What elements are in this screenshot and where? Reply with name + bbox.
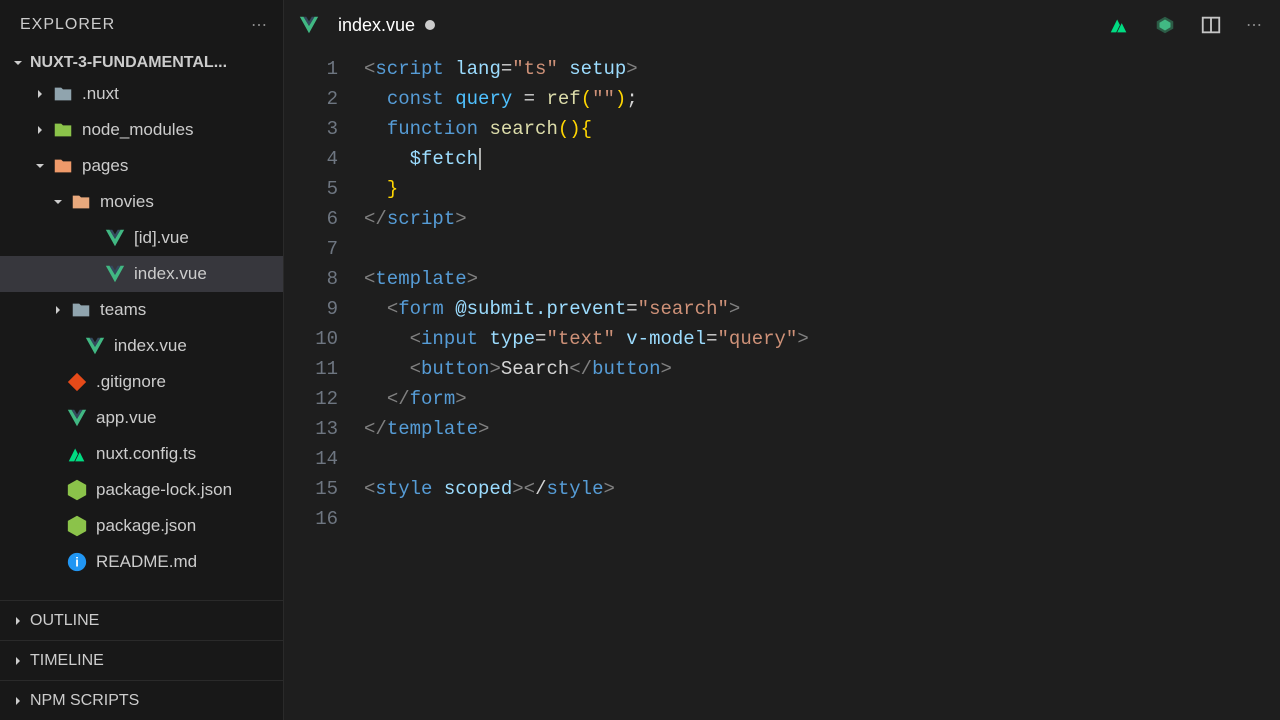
tree-item-pages[interactable]: pages xyxy=(0,148,283,184)
folder-dark-icon xyxy=(70,299,92,321)
vue-icon xyxy=(104,263,126,285)
more-icon[interactable]: ⋯ xyxy=(251,15,267,35)
git-icon xyxy=(66,371,88,393)
nuxt-icon xyxy=(66,443,88,465)
code-content[interactable]: <script lang="ts" setup> const query = r… xyxy=(364,54,1280,720)
vue-icon xyxy=(66,407,88,429)
panel-timeline[interactable]: TIMELINE xyxy=(0,640,283,680)
vue-icon xyxy=(104,227,126,249)
tree-item-node-modules[interactable]: node_modules xyxy=(0,112,283,148)
nuxt-icon[interactable] xyxy=(1108,14,1130,36)
line-numbers: 12345678910111213141516 xyxy=(284,54,364,720)
tab-index-vue[interactable]: index.vue xyxy=(284,0,449,50)
tree-item-package-lock-json[interactable]: npackage-lock.json xyxy=(0,472,283,508)
vue-icon xyxy=(84,335,106,357)
tree-item-movies[interactable]: movies xyxy=(0,184,283,220)
tree-item-nuxt-config-ts[interactable]: nuxt.config.ts xyxy=(0,436,283,472)
tree-item--id--vue[interactable]: [id].vue xyxy=(0,220,283,256)
vue-devtools-icon[interactable] xyxy=(1154,14,1176,36)
editor-area: index.vue ⋯ 12345678910111213141516 <scr… xyxy=(284,0,1280,720)
tree-item--gitignore[interactable]: .gitignore xyxy=(0,364,283,400)
tree-item--nuxt[interactable]: .nuxt xyxy=(0,76,283,112)
project-name: NUXT-3-FUNDAMENTAL... xyxy=(30,54,227,72)
panel-outline[interactable]: OUTLINE xyxy=(0,600,283,640)
tree-item-index-vue[interactable]: index.vue xyxy=(0,256,283,292)
tree-item-index-vue[interactable]: index.vue xyxy=(0,328,283,364)
tree-item-teams[interactable]: teams xyxy=(0,292,283,328)
tab-actions: ⋯ xyxy=(1090,14,1280,36)
split-editor-icon[interactable] xyxy=(1200,14,1222,36)
panel-npm-scripts[interactable]: NPM SCRIPTS xyxy=(0,680,283,720)
project-root[interactable]: NUXT-3-FUNDAMENTAL... xyxy=(0,50,283,76)
explorer-title: EXPLORER xyxy=(20,16,115,34)
node-icon: n xyxy=(66,479,88,501)
svg-text:n: n xyxy=(74,486,79,496)
code-editor[interactable]: 12345678910111213141516 <script lang="ts… xyxy=(284,50,1280,720)
folder-dark-icon xyxy=(52,83,74,105)
svg-text:n: n xyxy=(74,522,79,532)
file-tree: NUXT-3-FUNDAMENTAL... .nuxtnode_modulesp… xyxy=(0,50,283,600)
folder-movies-icon xyxy=(70,191,92,213)
folder-green-icon xyxy=(52,119,74,141)
info-icon: i xyxy=(66,551,88,573)
tab-label: index.vue xyxy=(338,15,415,36)
node-icon: n xyxy=(66,515,88,537)
vue-icon xyxy=(298,14,320,36)
tree-item-package-json[interactable]: npackage.json xyxy=(0,508,283,544)
tree-item-app-vue[interactable]: app.vue xyxy=(0,400,283,436)
explorer-header: EXPLORER ⋯ xyxy=(0,0,283,50)
svg-text:i: i xyxy=(75,555,79,570)
tree-item-readme-md[interactable]: iREADME.md xyxy=(0,544,283,580)
sidebar: EXPLORER ⋯ NUXT-3-FUNDAMENTAL... .nuxtno… xyxy=(0,0,284,720)
editor-more-icon[interactable]: ⋯ xyxy=(1246,15,1262,35)
folder-pages-icon xyxy=(52,155,74,177)
tab-bar: index.vue ⋯ xyxy=(284,0,1280,50)
modified-indicator-icon xyxy=(425,20,435,30)
